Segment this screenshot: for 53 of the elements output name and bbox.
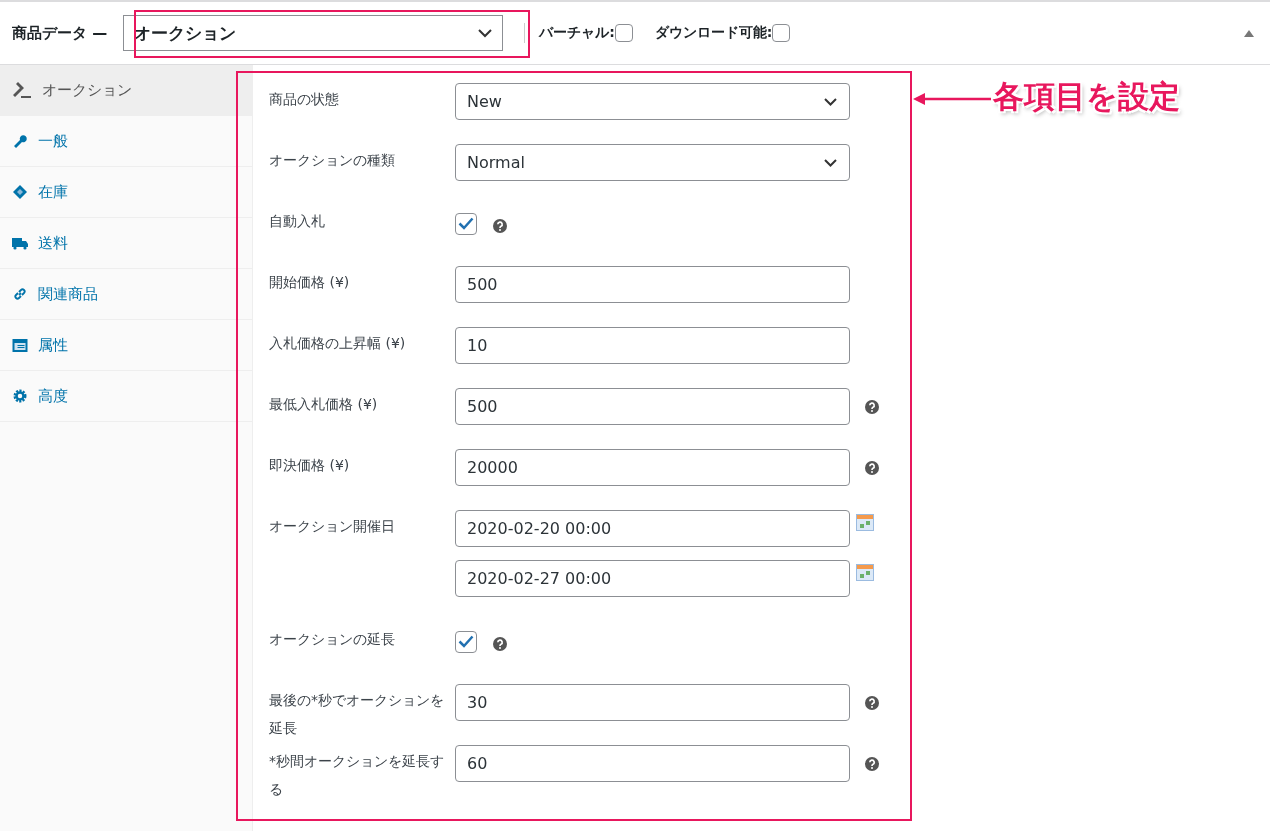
field-label: 即決価格 (¥): [269, 456, 351, 475]
arrow-icon: [913, 92, 991, 106]
help-icon[interactable]: [493, 636, 507, 651]
input-field[interactable]: 500: [455, 388, 850, 425]
sidebar-tab[interactable]: 一般: [0, 116, 252, 167]
field-label: 開始価格 (¥): [269, 273, 351, 292]
field-label: オークションの種類: [269, 151, 396, 170]
sidebar-tab[interactable]: 関連商品: [0, 269, 252, 320]
sidebar-tab[interactable]: 高度: [0, 371, 252, 422]
sidebar-tab[interactable]: 送料: [0, 218, 252, 269]
chevron-down-icon: [478, 28, 493, 38]
field-label: 自動入札: [269, 212, 326, 231]
sidebar-tab[interactable]: 属性: [0, 320, 252, 371]
dropdown-field[interactable]: Normal: [455, 144, 850, 181]
option-label: バーチャル:: [539, 24, 615, 42]
checkbox[interactable]: [455, 212, 477, 235]
settings-icon: [12, 389, 28, 403]
field-label: 商品の状態: [269, 90, 340, 109]
field-label: *秒間オークションを延長する: [269, 752, 445, 799]
sidebar-tab[interactable]: 在庫: [0, 167, 252, 218]
input-field[interactable]: 20000: [455, 449, 850, 486]
list-icon: [12, 338, 28, 352]
option-checkbox[interactable]: [614, 24, 633, 42]
link-icon: [12, 287, 28, 301]
field-label: 最後の*秒でオークションを延長: [269, 691, 445, 738]
checkbox[interactable]: [455, 630, 477, 653]
input-field[interactable]: 10: [455, 327, 850, 364]
panel-title: 商品データ —: [12, 23, 108, 43]
tag-icon: [12, 185, 28, 199]
wrench-icon: [12, 134, 28, 148]
collapse-icon[interactable]: [1244, 29, 1254, 37]
field-label: オークション開催日: [269, 517, 396, 536]
chevron-down-icon: [824, 158, 837, 167]
help-icon[interactable]: [865, 756, 879, 771]
help-icon[interactable]: [865, 460, 879, 475]
help-icon[interactable]: [865, 399, 879, 414]
help-icon[interactable]: [493, 218, 507, 233]
field-label: 最低入札価格 (¥): [269, 395, 379, 414]
field-label: オークションの延長: [269, 630, 396, 649]
callout-text: 各項目を設定: [993, 77, 1180, 116]
truck-icon: [12, 236, 28, 250]
input-field[interactable]: 60: [455, 745, 850, 782]
date-field[interactable]: 2020-02-20 00:00: [455, 510, 850, 547]
input-field[interactable]: 500: [455, 266, 850, 303]
chevron-down-icon: [824, 97, 837, 106]
field-label: 入札価格の上昇幅 (¥): [269, 334, 407, 353]
input-field[interactable]: 30: [455, 684, 850, 721]
sidebar-tab[interactable]: オークション: [0, 65, 252, 116]
help-icon[interactable]: [865, 695, 879, 710]
option-label: ダウンロード可能:: [654, 24, 773, 42]
dropdown-field[interactable]: New: [455, 83, 850, 120]
option-checkbox[interactable]: [772, 24, 791, 42]
date-field[interactable]: 2020-02-27 00:00: [455, 560, 850, 597]
